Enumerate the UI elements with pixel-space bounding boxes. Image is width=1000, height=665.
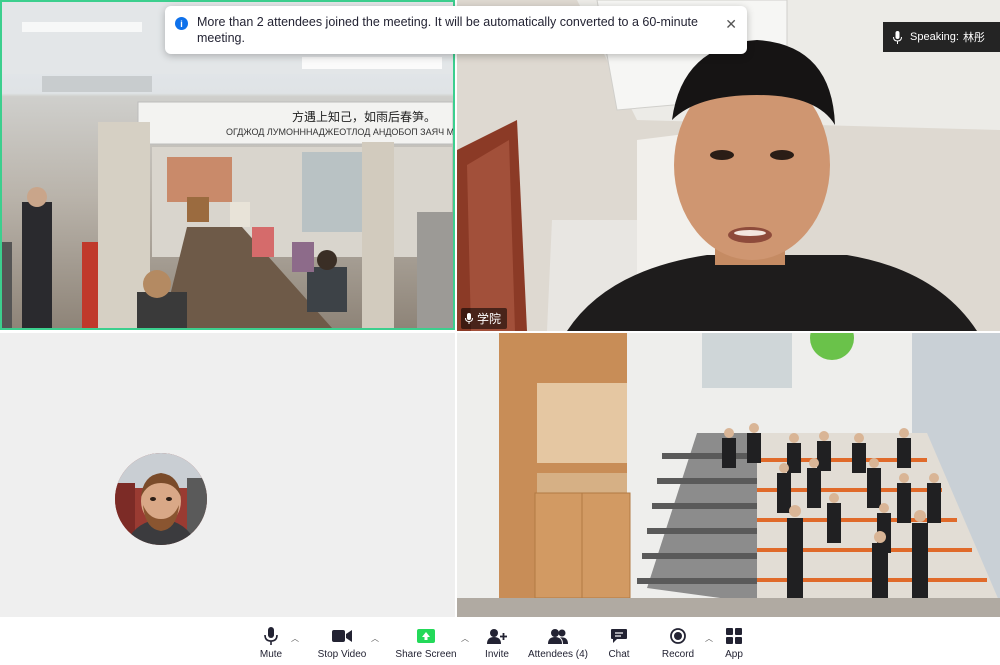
apps-button[interactable]: App [709, 617, 759, 665]
microphone-icon [260, 626, 282, 646]
invite-button[interactable]: Invite [469, 617, 525, 665]
video-gallery: 方遇上知己，如雨后春笋。 ОГДЖОД ЛУМОНННАДЖЕОТЛОД АНД… [0, 0, 1000, 617]
microphone-icon [465, 313, 473, 324]
record-button[interactable]: Record ︿ [647, 617, 713, 665]
video-camera-icon [331, 626, 353, 646]
attendees-label: Attendees (4) [527, 649, 589, 660]
speaking-indicator: Speaking: 林彤 [883, 22, 1000, 52]
stop-video-button[interactable]: Stop Video ︿ [301, 617, 383, 665]
speaker-name: 学院 [477, 312, 502, 326]
chevron-up-icon[interactable]: ︿ [461, 633, 469, 644]
room-banner-russian: ОГДЖОД ЛУМОНННАДЖЕОТЛОД АНДОБОП ЗАЯЧ МОН… [226, 127, 455, 137]
chat-icon [608, 626, 630, 646]
participant-avatar [115, 453, 207, 545]
invite-label: Invite [485, 649, 509, 660]
stop-video-label: Stop Video [317, 649, 367, 660]
record-label: Record [661, 649, 695, 660]
speaker-name-label: 学院 [461, 308, 508, 329]
video-tile-classroom[interactable] [457, 333, 1000, 617]
share-screen-label: Share Screen [395, 649, 457, 660]
meeting-toolbar: Mute ︿ Stop Video ︿ Share Screen ︿ Invit… [0, 617, 1000, 665]
microphone-icon [893, 30, 902, 44]
apps-label: App [725, 649, 743, 660]
attendees-button[interactable]: Attendees (4) [525, 617, 591, 665]
close-icon[interactable]: ✕ [725, 16, 737, 33]
room-banner-chinese: 方遇上知己，如雨后春笋。 [292, 110, 437, 124]
info-icon: i [175, 17, 188, 30]
mute-label: Mute [259, 649, 283, 660]
share-screen-icon [415, 626, 437, 646]
speaking-name: 林彤 [962, 31, 985, 44]
record-icon [667, 626, 689, 646]
meeting-conversion-notification: i More than 2 attendees joined the meeti… [165, 6, 747, 54]
chevron-up-icon[interactable]: ︿ [291, 633, 299, 644]
chat-label: Chat [608, 649, 630, 660]
chevron-up-icon[interactable]: ︿ [371, 633, 379, 644]
mute-button[interactable]: Mute ︿ [241, 617, 301, 665]
video-tile-avatar[interactable] [0, 333, 455, 617]
apps-grid-icon [723, 626, 745, 646]
chat-button[interactable]: Chat [591, 617, 647, 665]
share-screen-button[interactable]: Share Screen ︿ [383, 617, 469, 665]
attendees-icon [547, 626, 569, 646]
classroom-scene [457, 333, 1000, 617]
speaking-label: Speaking: [910, 31, 959, 43]
add-user-icon [486, 626, 508, 646]
notification-message: More than 2 attendees joined the meeting… [197, 15, 698, 45]
